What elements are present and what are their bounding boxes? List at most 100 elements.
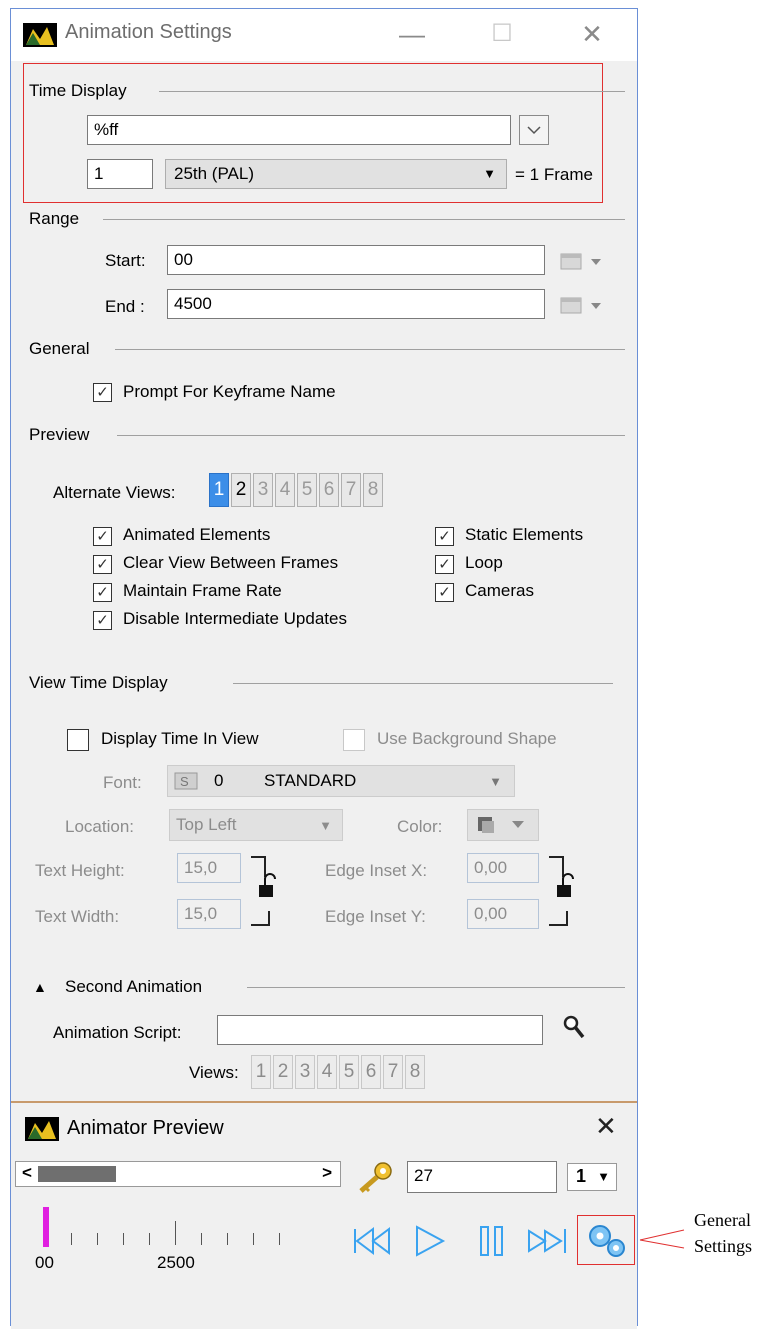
- text-width-input[interactable]: 15,0: [177, 899, 241, 929]
- view-button-6[interactable]: 6: [319, 473, 339, 507]
- static-elements-checkbox[interactable]: ✓: [435, 527, 454, 546]
- display-time-checkbox[interactable]: [67, 729, 89, 751]
- second-view-button-5[interactable]: 5: [339, 1055, 359, 1089]
- collapse-triangle-icon[interactable]: ▲: [33, 979, 47, 995]
- frame-count-input[interactable]: 1: [87, 159, 153, 189]
- view-button-3[interactable]: 3: [253, 473, 273, 507]
- color-swatch-icon: [478, 817, 524, 833]
- frame-rate-select[interactable]: 25th (PAL) ▼: [165, 159, 507, 189]
- lock-icon[interactable]: [251, 855, 277, 929]
- disable-updates-checkbox[interactable]: ✓: [93, 611, 112, 630]
- ruler-tick: [279, 1233, 280, 1245]
- frame-input[interactable]: 27: [407, 1161, 557, 1193]
- step-select[interactable]: 1 ▼: [567, 1163, 617, 1191]
- ruler-tick: [97, 1233, 98, 1245]
- prompt-keyframe-label: Prompt For Keyframe Name: [123, 382, 336, 401]
- preview-heading: Preview: [29, 425, 90, 444]
- lock-icon[interactable]: [549, 855, 575, 929]
- font-name: STANDARD: [264, 771, 357, 790]
- general-heading: General: [29, 339, 90, 358]
- static-elements-label: Static Elements: [465, 525, 584, 544]
- use-bg-shape-checkbox[interactable]: [343, 729, 365, 751]
- location-label: Location:: [65, 817, 134, 836]
- use-bg-shape-label: Use Background Shape: [377, 729, 557, 748]
- font-label: Font:: [103, 773, 142, 792]
- loop-label: Loop: [465, 553, 503, 572]
- minimize-button[interactable]: —: [389, 15, 435, 53]
- cameras-label: Cameras: [465, 581, 534, 600]
- skip-to-end-icon[interactable]: [525, 1221, 573, 1261]
- view-button-4[interactable]: 4: [275, 473, 295, 507]
- second-view-button-2[interactable]: 2: [273, 1055, 293, 1089]
- start-input[interactable]: 00: [167, 245, 545, 275]
- animation-settings-window: Animation Settings — ☐ ✕ Time Display %f…: [10, 8, 638, 1329]
- view-button-8[interactable]: 8: [363, 473, 383, 507]
- play-icon[interactable]: [411, 1221, 447, 1261]
- start-label: Start:: [105, 251, 146, 270]
- start-calendar-button[interactable]: [559, 251, 609, 271]
- animation-script-input[interactable]: [217, 1015, 543, 1045]
- time-format-dropdown-button[interactable]: [519, 115, 549, 145]
- chevron-down-icon: [527, 126, 541, 135]
- scroll-left-button[interactable]: <: [22, 1163, 32, 1183]
- animated-elements-checkbox[interactable]: ✓: [93, 527, 112, 546]
- title-bar: Animation Settings — ☐ ✕: [11, 9, 637, 61]
- ruler-start-label: 00: [35, 1253, 54, 1272]
- clear-view-checkbox[interactable]: ✓: [93, 555, 112, 574]
- prompt-keyframe-checkbox[interactable]: ✓: [93, 383, 112, 402]
- second-view-button-6[interactable]: 6: [361, 1055, 381, 1089]
- ruler-tick: [227, 1233, 228, 1245]
- second-view-button-8[interactable]: 8: [405, 1055, 425, 1089]
- view-button-1[interactable]: 1: [209, 473, 229, 507]
- dropdown-arrow-icon: ▼: [483, 166, 496, 181]
- loop-checkbox[interactable]: ✓: [435, 555, 454, 574]
- search-icon[interactable]: [563, 1015, 585, 1041]
- font-select[interactable]: S 0 STANDARD ▼: [167, 765, 515, 797]
- callout-arrow: [639, 1229, 685, 1249]
- view-button-7[interactable]: 7: [341, 473, 361, 507]
- end-input[interactable]: 4500: [167, 289, 545, 319]
- text-width-label: Text Width:: [35, 907, 120, 926]
- playhead-marker[interactable]: [43, 1207, 49, 1247]
- section-divider: [233, 683, 613, 684]
- end-calendar-button[interactable]: [559, 295, 609, 315]
- skip-to-start-icon[interactable]: [351, 1221, 393, 1261]
- callout-label-line2: Settings: [694, 1236, 753, 1256]
- timeline-scrollbar[interactable]: < >: [15, 1161, 341, 1187]
- scroll-thumb[interactable]: [38, 1166, 116, 1182]
- section-divider: [103, 219, 625, 220]
- end-label: End :: [105, 297, 145, 316]
- cameras-checkbox[interactable]: ✓: [435, 583, 454, 602]
- color-label: Color:: [397, 817, 443, 836]
- callout-label-line1: General: [694, 1210, 751, 1230]
- pause-icon[interactable]: [477, 1221, 507, 1261]
- second-view-button-1[interactable]: 1: [251, 1055, 271, 1089]
- time-display-heading: Time Display: [29, 81, 127, 100]
- text-height-input[interactable]: 15,0: [177, 853, 241, 883]
- location-select[interactable]: Top Left ▼: [169, 809, 343, 841]
- second-view-button-3[interactable]: 3: [295, 1055, 315, 1089]
- close-button[interactable]: ✕: [569, 15, 615, 53]
- time-format-input[interactable]: %ff: [87, 115, 511, 145]
- scroll-right-button[interactable]: >: [322, 1163, 332, 1183]
- dropdown-arrow-icon: ▼: [597, 1169, 610, 1184]
- view-button-2[interactable]: 2: [231, 473, 251, 507]
- step-value: 1: [576, 1166, 587, 1186]
- key-icon[interactable]: [355, 1161, 395, 1195]
- edge-inset-y-input[interactable]: 0,00: [467, 899, 539, 929]
- alternate-views-label: Alternate Views:: [53, 483, 176, 502]
- second-view-button-4[interactable]: 4: [317, 1055, 337, 1089]
- general-settings-button[interactable]: [577, 1215, 635, 1265]
- ruler-tick: [201, 1233, 202, 1245]
- color-picker-button[interactable]: [467, 809, 539, 841]
- edge-inset-x-input[interactable]: 0,00: [467, 853, 539, 883]
- app-logo-icon: [23, 23, 57, 47]
- location-value: Top Left: [176, 815, 237, 834]
- second-view-button-7[interactable]: 7: [383, 1055, 403, 1089]
- preview-close-button[interactable]: ✕: [595, 1111, 617, 1142]
- calendar-icon: [560, 253, 601, 270]
- second-animation-heading: Second Animation: [65, 977, 203, 996]
- gears-icon: [589, 1225, 625, 1257]
- view-button-5[interactable]: 5: [297, 473, 317, 507]
- maintain-frame-rate-checkbox[interactable]: ✓: [93, 583, 112, 602]
